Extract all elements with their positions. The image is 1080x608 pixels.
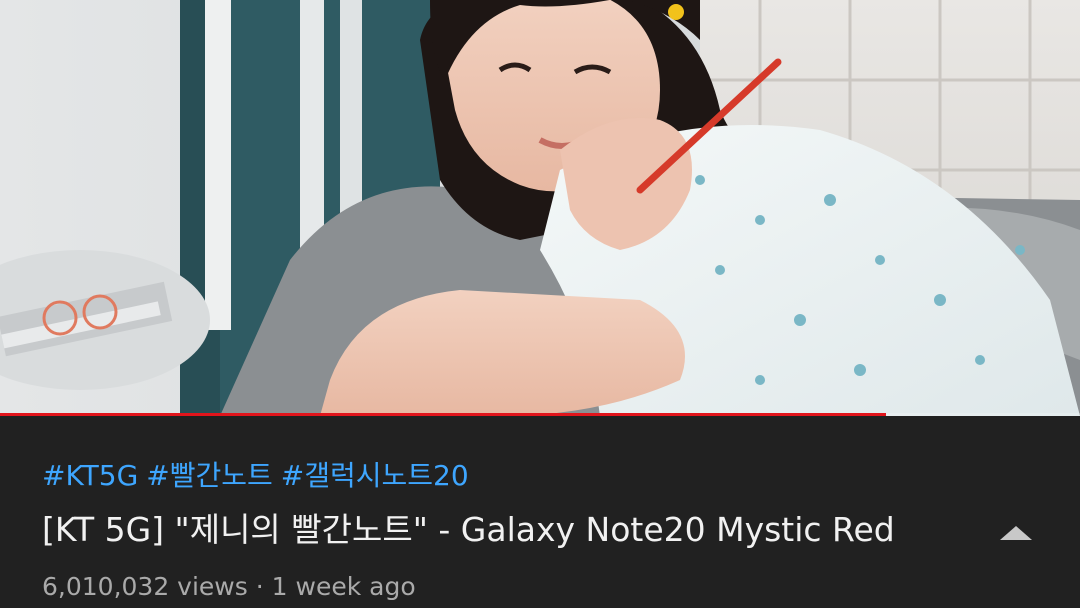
video-stats: 6,010,032 views · 1 week ago: [42, 571, 416, 603]
hashtag-link[interactable]: #빨간노트: [146, 459, 273, 492]
hashtag-link[interactable]: #갤럭시노트20: [281, 459, 469, 492]
video-player[interactable]: [0, 0, 1080, 416]
video-info-panel: #KT5G #빨간노트 #갤럭시노트20 [KT 5G] "제니의 빨간노트" - …: [0, 420, 1080, 608]
video-frame-image: [0, 0, 1080, 416]
chevron-up-icon: [1000, 526, 1032, 540]
stats-separator: ·: [255, 572, 264, 601]
video-progress-bar[interactable]: [0, 413, 1080, 416]
video-title[interactable]: [KT 5G] "제니의 빨간노트" - Galaxy Note20 Mysti…: [42, 509, 972, 551]
hashtag-link[interactable]: #KT5G: [42, 459, 138, 492]
view-count: 6,010,032 views: [42, 572, 248, 601]
expand-description-button[interactable]: [992, 516, 1040, 556]
hashtag-list: #KT5G #빨간노트 #갤럭시노트20: [42, 458, 477, 494]
video-progress-fill: [0, 413, 886, 416]
upload-age: 1 week ago: [271, 572, 416, 601]
video-watch-screen: #KT5G #빨간노트 #갤럭시노트20 [KT 5G] "제니의 빨간노트" - …: [0, 0, 1080, 608]
